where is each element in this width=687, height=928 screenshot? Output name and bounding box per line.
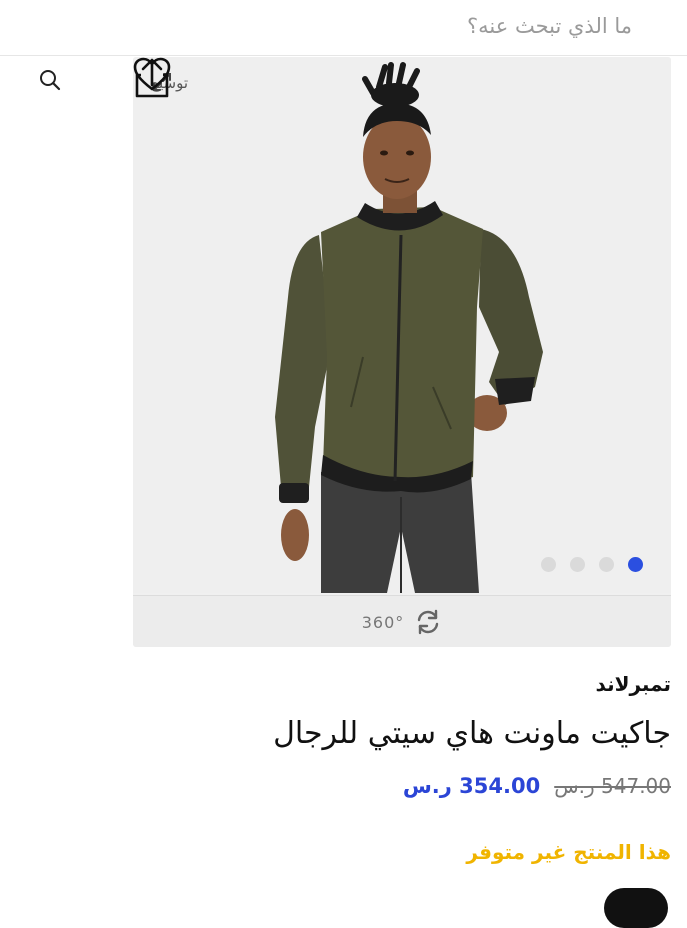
carousel-dot[interactable] (599, 557, 614, 572)
carousel-dots (541, 557, 643, 572)
search-placeholder[interactable]: ما الذي تبحث عنه؟ (467, 14, 632, 38)
rotate-icon (418, 609, 439, 635)
product-image[interactable]: توسيع (133, 57, 671, 593)
brand-name[interactable]: تمبرلاند (596, 672, 671, 696)
view-360-label: 360° (361, 612, 405, 632)
carousel-dot[interactable] (541, 557, 556, 572)
sale-price: 354.00 ر.س (402, 774, 541, 798)
search-bar[interactable]: ما الذي تبحث عنه؟ (0, 0, 687, 56)
model-illustration (275, 62, 543, 593)
product-title: جاكيت ماونت هاي سيتي للرجال (273, 716, 671, 751)
view-360-button[interactable]: 360° (133, 595, 671, 647)
carousel-dot-active[interactable] (628, 557, 643, 572)
share-icon[interactable] (133, 57, 171, 99)
product-gallery[interactable]: توسيع 360° (133, 57, 671, 647)
floating-action-button[interactable] (604, 888, 668, 928)
search-icon[interactable] (38, 68, 62, 92)
carousel-dot[interactable] (570, 557, 585, 572)
original-price: 547.00 ر.س (554, 774, 671, 798)
price-row: 547.00 ر.س 354.00 ر.س (403, 774, 671, 798)
